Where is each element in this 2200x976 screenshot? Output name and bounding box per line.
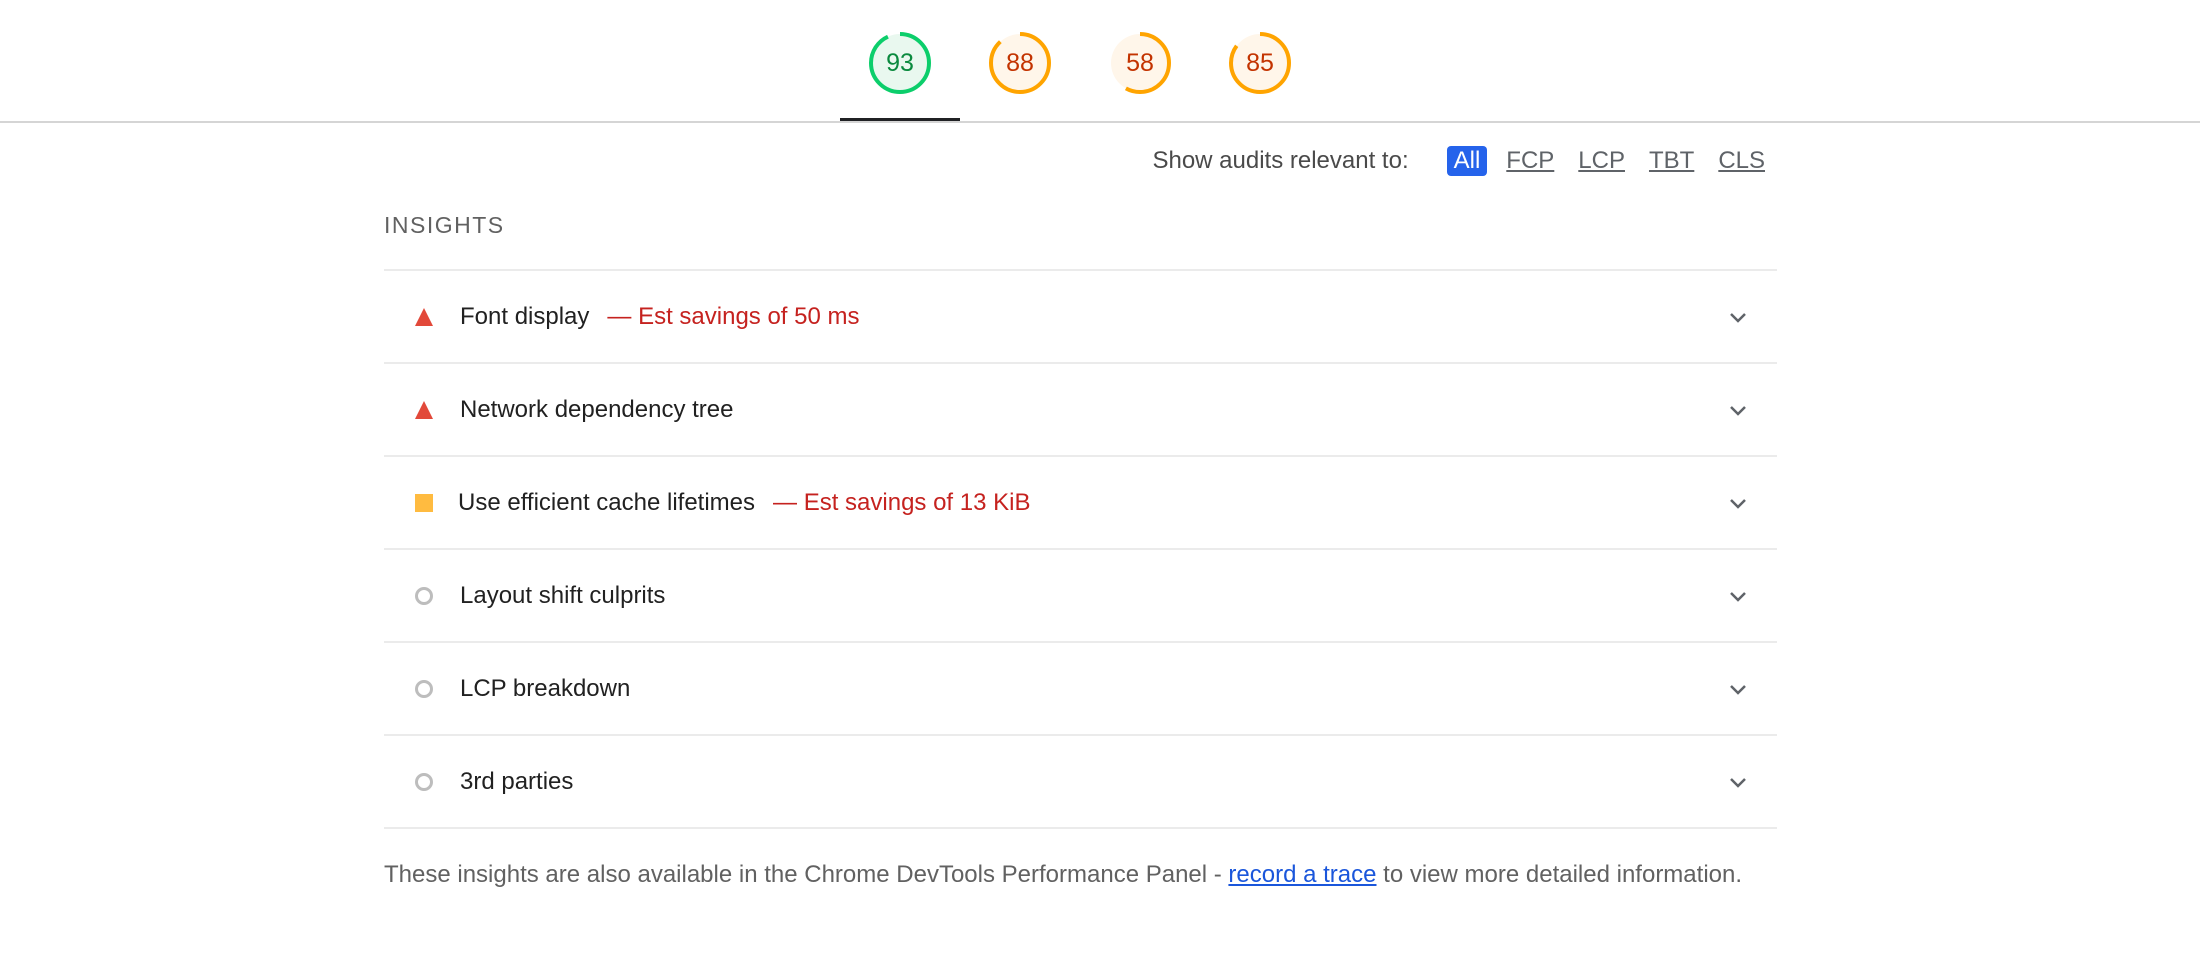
gauge-performance[interactable]: 93 [867, 30, 933, 96]
audit-savings: — Est savings of 50 ms [607, 302, 860, 330]
audit-row-cache-lifetimes[interactable]: Use efficient cache lifetimes — Est savi… [384, 457, 1777, 550]
audit-title: Font display [460, 302, 590, 330]
informative-circle-icon [410, 675, 438, 703]
gauge-score: 88 [1006, 49, 1034, 77]
gauge-seo[interactable]: 85 [1227, 30, 1293, 96]
audit-title: 3rd parties [460, 767, 574, 795]
audit-row-lcp-breakdown[interactable]: LCP breakdown [384, 643, 1777, 736]
footer-text-before: These insights are also available in the… [384, 861, 1229, 888]
insights-footer-note: These insights are also available in the… [384, 855, 1777, 895]
audit-title: Network dependency tree [460, 395, 734, 423]
section-title: INSIGHTS [384, 212, 505, 238]
filter-chip-fcp[interactable]: FCP [1501, 146, 1559, 176]
fail-triangle-icon [410, 303, 438, 331]
filter-chip-all[interactable]: All [1446, 146, 1488, 176]
audit-savings: — Est savings of 13 KiB [773, 488, 1031, 516]
insights-audit-list: Font display — Est savings of 50 ms Netw… [384, 269, 1777, 829]
footer-text-after: to view more detailed information. [1376, 861, 1743, 888]
fail-triangle-icon [410, 396, 438, 424]
filter-chip-lcp[interactable]: LCP [1573, 146, 1630, 176]
gauge-score: 93 [886, 49, 914, 77]
audit-title: Use efficient cache lifetimes [458, 488, 756, 516]
chevron-down-icon[interactable] [1727, 399, 1749, 421]
average-square-icon [410, 489, 438, 517]
gauge-best-practices[interactable]: 58 [1107, 30, 1173, 96]
chevron-down-icon[interactable] [1727, 306, 1749, 328]
audit-title: Layout shift culprits [460, 581, 666, 609]
gauge-score: 85 [1246, 49, 1274, 77]
audit-title: LCP breakdown [460, 674, 631, 702]
audit-row-layout-shift-culprits[interactable]: Layout shift culprits [384, 550, 1777, 643]
filter-label: Show audits relevant to: [1152, 147, 1409, 174]
chevron-down-icon[interactable] [1727, 771, 1749, 793]
chevron-down-icon[interactable] [1727, 585, 1749, 607]
audit-row-network-dependency-tree[interactable]: Network dependency tree [384, 364, 1777, 457]
informative-circle-icon [410, 768, 438, 796]
record-trace-link[interactable]: record a trace [1228, 861, 1376, 888]
informative-circle-icon [410, 582, 438, 610]
score-gauges-bar: 93 88 58 85 [0, 0, 2200, 123]
gauge-score: 58 [1126, 49, 1154, 77]
chevron-down-icon[interactable] [1727, 678, 1749, 700]
filter-chip-tbt[interactable]: TBT [1644, 146, 1699, 176]
audit-row-3rd-parties[interactable]: 3rd parties [384, 736, 1777, 829]
selected-gauge-indicator [840, 118, 960, 121]
chevron-down-icon[interactable] [1727, 492, 1749, 514]
gauge-accessibility[interactable]: 88 [987, 30, 1053, 96]
filter-chip-cls[interactable]: CLS [1713, 146, 1770, 176]
audit-row-font-display[interactable]: Font display — Est savings of 50 ms [384, 271, 1777, 364]
audit-filter-bar: Show audits relevant to: All FCP LCP TBT… [1152, 144, 1770, 178]
